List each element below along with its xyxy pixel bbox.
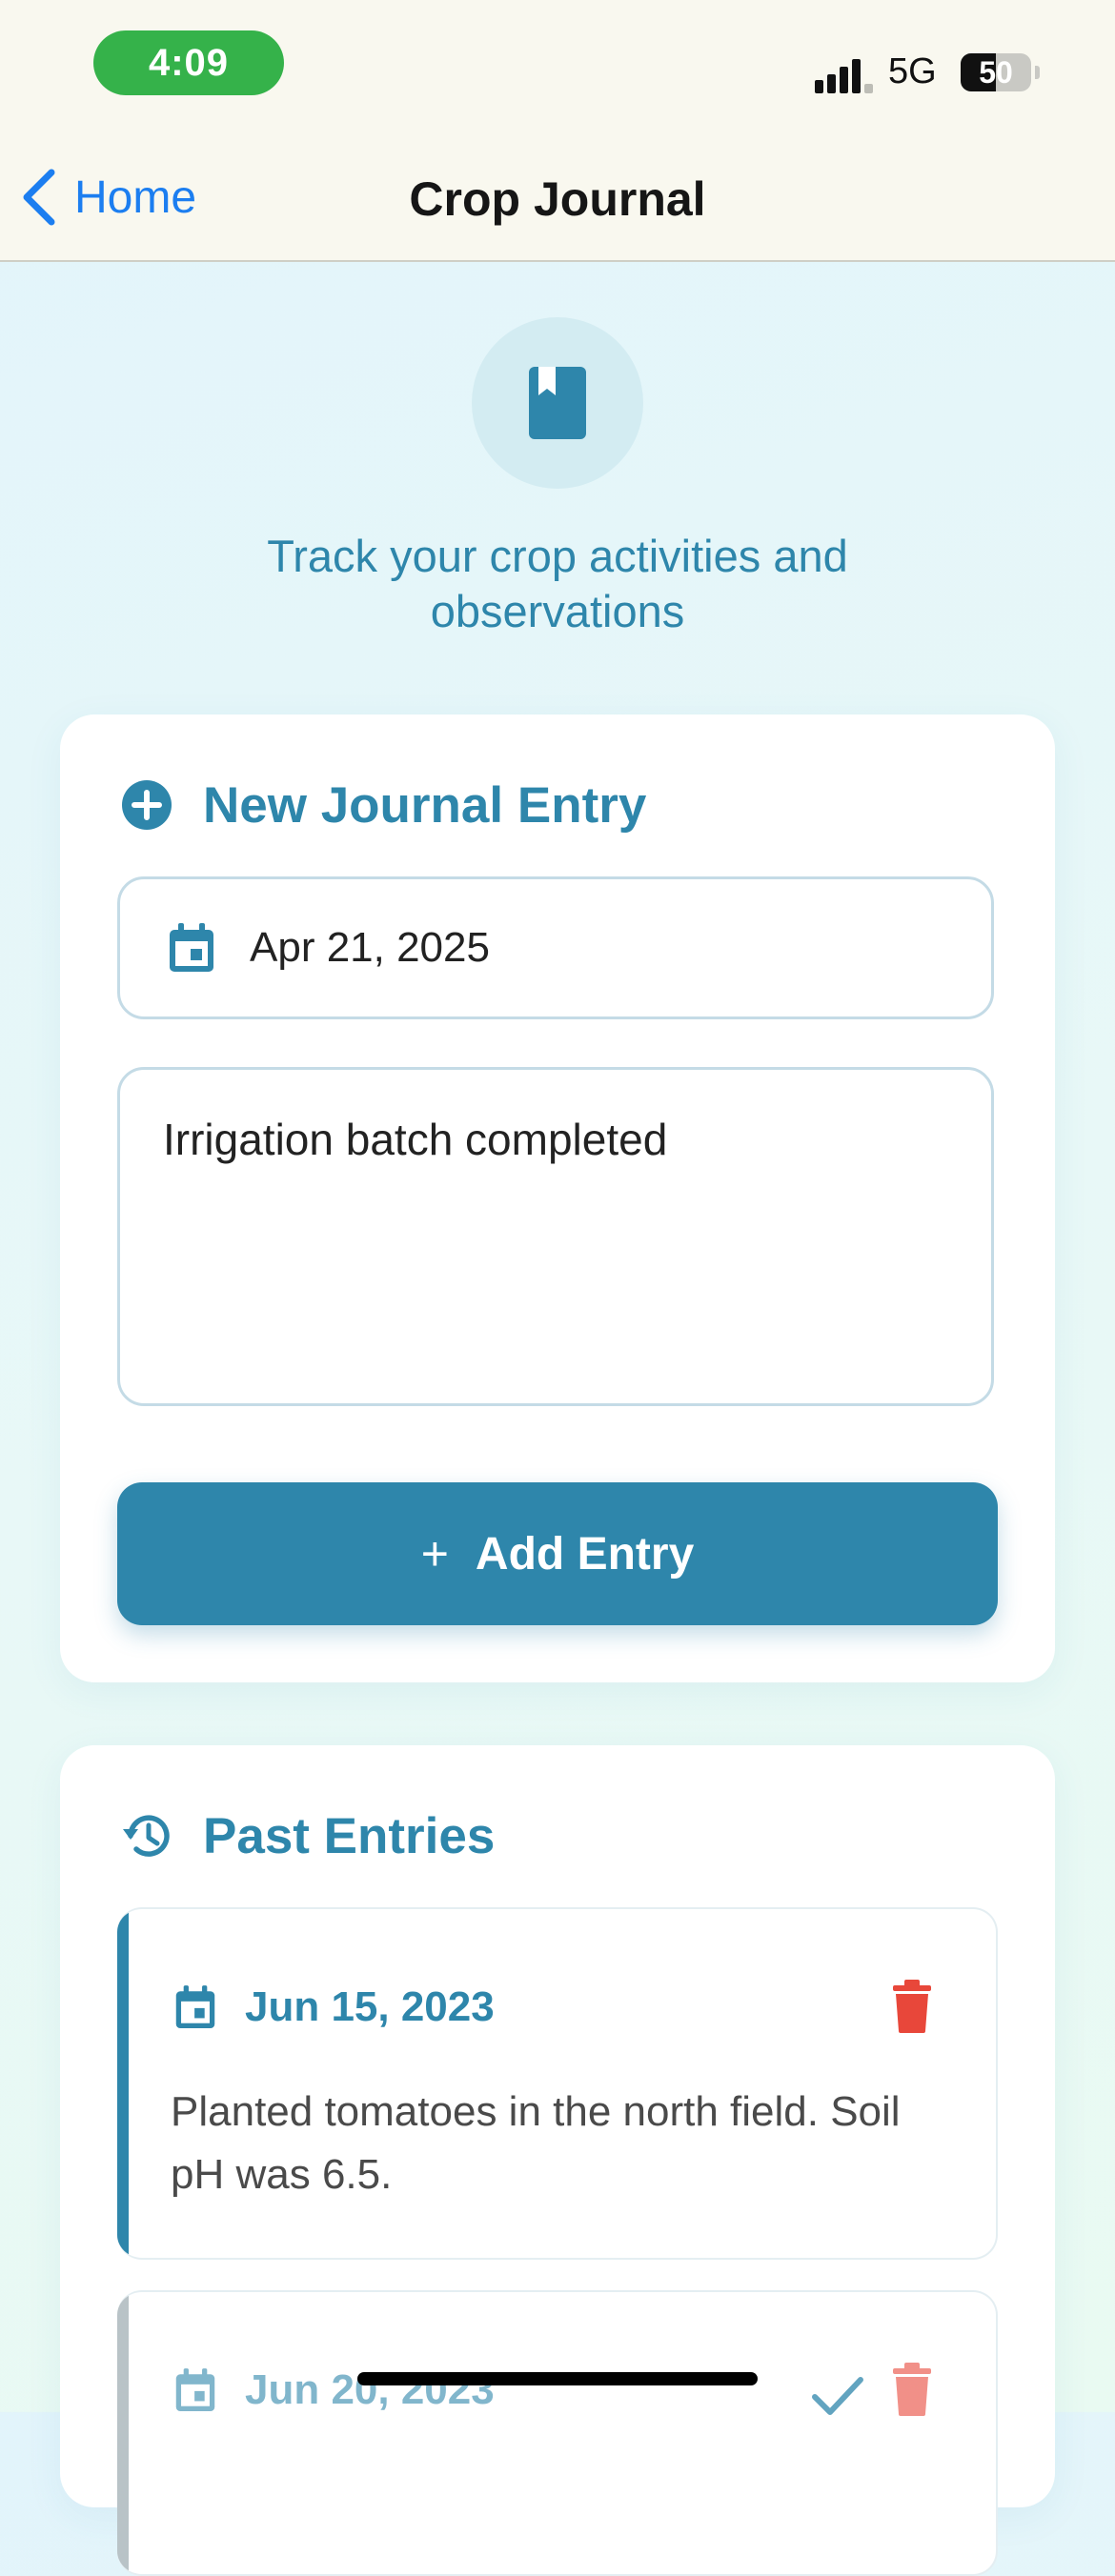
book-icon bbox=[529, 367, 586, 439]
new-entry-card: New Journal Entry Apr 21, 2025 Irrigatio… bbox=[60, 714, 1055, 1682]
date-picker-field[interactable]: Apr 21, 2025 bbox=[117, 876, 994, 1019]
home-indicator[interactable] bbox=[357, 2372, 758, 2385]
page-title: Crop Journal bbox=[409, 172, 706, 226]
history-icon bbox=[123, 1815, 170, 1857]
entry-accent-bar bbox=[117, 2292, 129, 2574]
journal-entry: Jun 15, 2023 Planted tomatoes in the nor… bbox=[117, 1907, 998, 2260]
entry-date: Jun 15, 2023 bbox=[245, 1983, 495, 2030]
journal-entry: Jun 20, 2023 bbox=[117, 2290, 998, 2576]
plus-icon: + bbox=[420, 1527, 449, 1580]
past-entries-card: Past Entries Jun 15, 2023 Planted tomato… bbox=[60, 1745, 1055, 2576]
signal-icon bbox=[815, 55, 873, 93]
date-value: Apr 21, 2025 bbox=[250, 924, 490, 971]
network-label: 5G bbox=[888, 51, 937, 91]
hero-badge bbox=[472, 317, 643, 489]
trash-icon[interactable] bbox=[891, 2363, 933, 2416]
entry-date-row: Jun 20, 2023 bbox=[174, 2357, 495, 2424]
plus-circle-icon bbox=[122, 780, 172, 830]
status-bar: 4:09 5G 50 bbox=[0, 0, 1115, 133]
add-entry-button[interactable]: + Add Entry bbox=[117, 1482, 998, 1625]
status-time: 4:09 bbox=[93, 30, 284, 95]
calendar-icon bbox=[175, 2368, 215, 2411]
new-entry-header: New Journal Entry bbox=[119, 772, 646, 838]
battery-icon: 50 bbox=[961, 53, 1031, 91]
battery-percentage: 50 bbox=[979, 54, 1013, 90]
trash-icon[interactable] bbox=[891, 1980, 933, 2033]
page-subtitle: Track your crop activities and observati… bbox=[267, 531, 848, 636]
new-entry-title: New Journal Entry bbox=[203, 776, 647, 834]
journal-note-input[interactable]: Irrigation batch completed bbox=[117, 1067, 994, 1406]
entry-accent-bar bbox=[117, 1909, 129, 2258]
past-entries-title: Past Entries bbox=[203, 1807, 496, 1864]
checkmark-icon[interactable] bbox=[811, 2374, 864, 2416]
past-entries-header: Past Entries bbox=[119, 1802, 495, 1869]
journal-note-text: Irrigation batch completed bbox=[163, 1115, 668, 1164]
battery-tip bbox=[1035, 66, 1040, 79]
entry-text: Planted tomatoes in the north field. Soi… bbox=[171, 2088, 901, 2198]
add-entry-label: Add Entry bbox=[475, 1528, 695, 1580]
calendar-icon bbox=[170, 923, 213, 972]
entry-date-row: Jun 15, 2023 bbox=[174, 1974, 495, 2041]
navigation-bar: Home Crop Journal bbox=[0, 133, 1115, 262]
calendar-icon bbox=[175, 1985, 215, 2028]
